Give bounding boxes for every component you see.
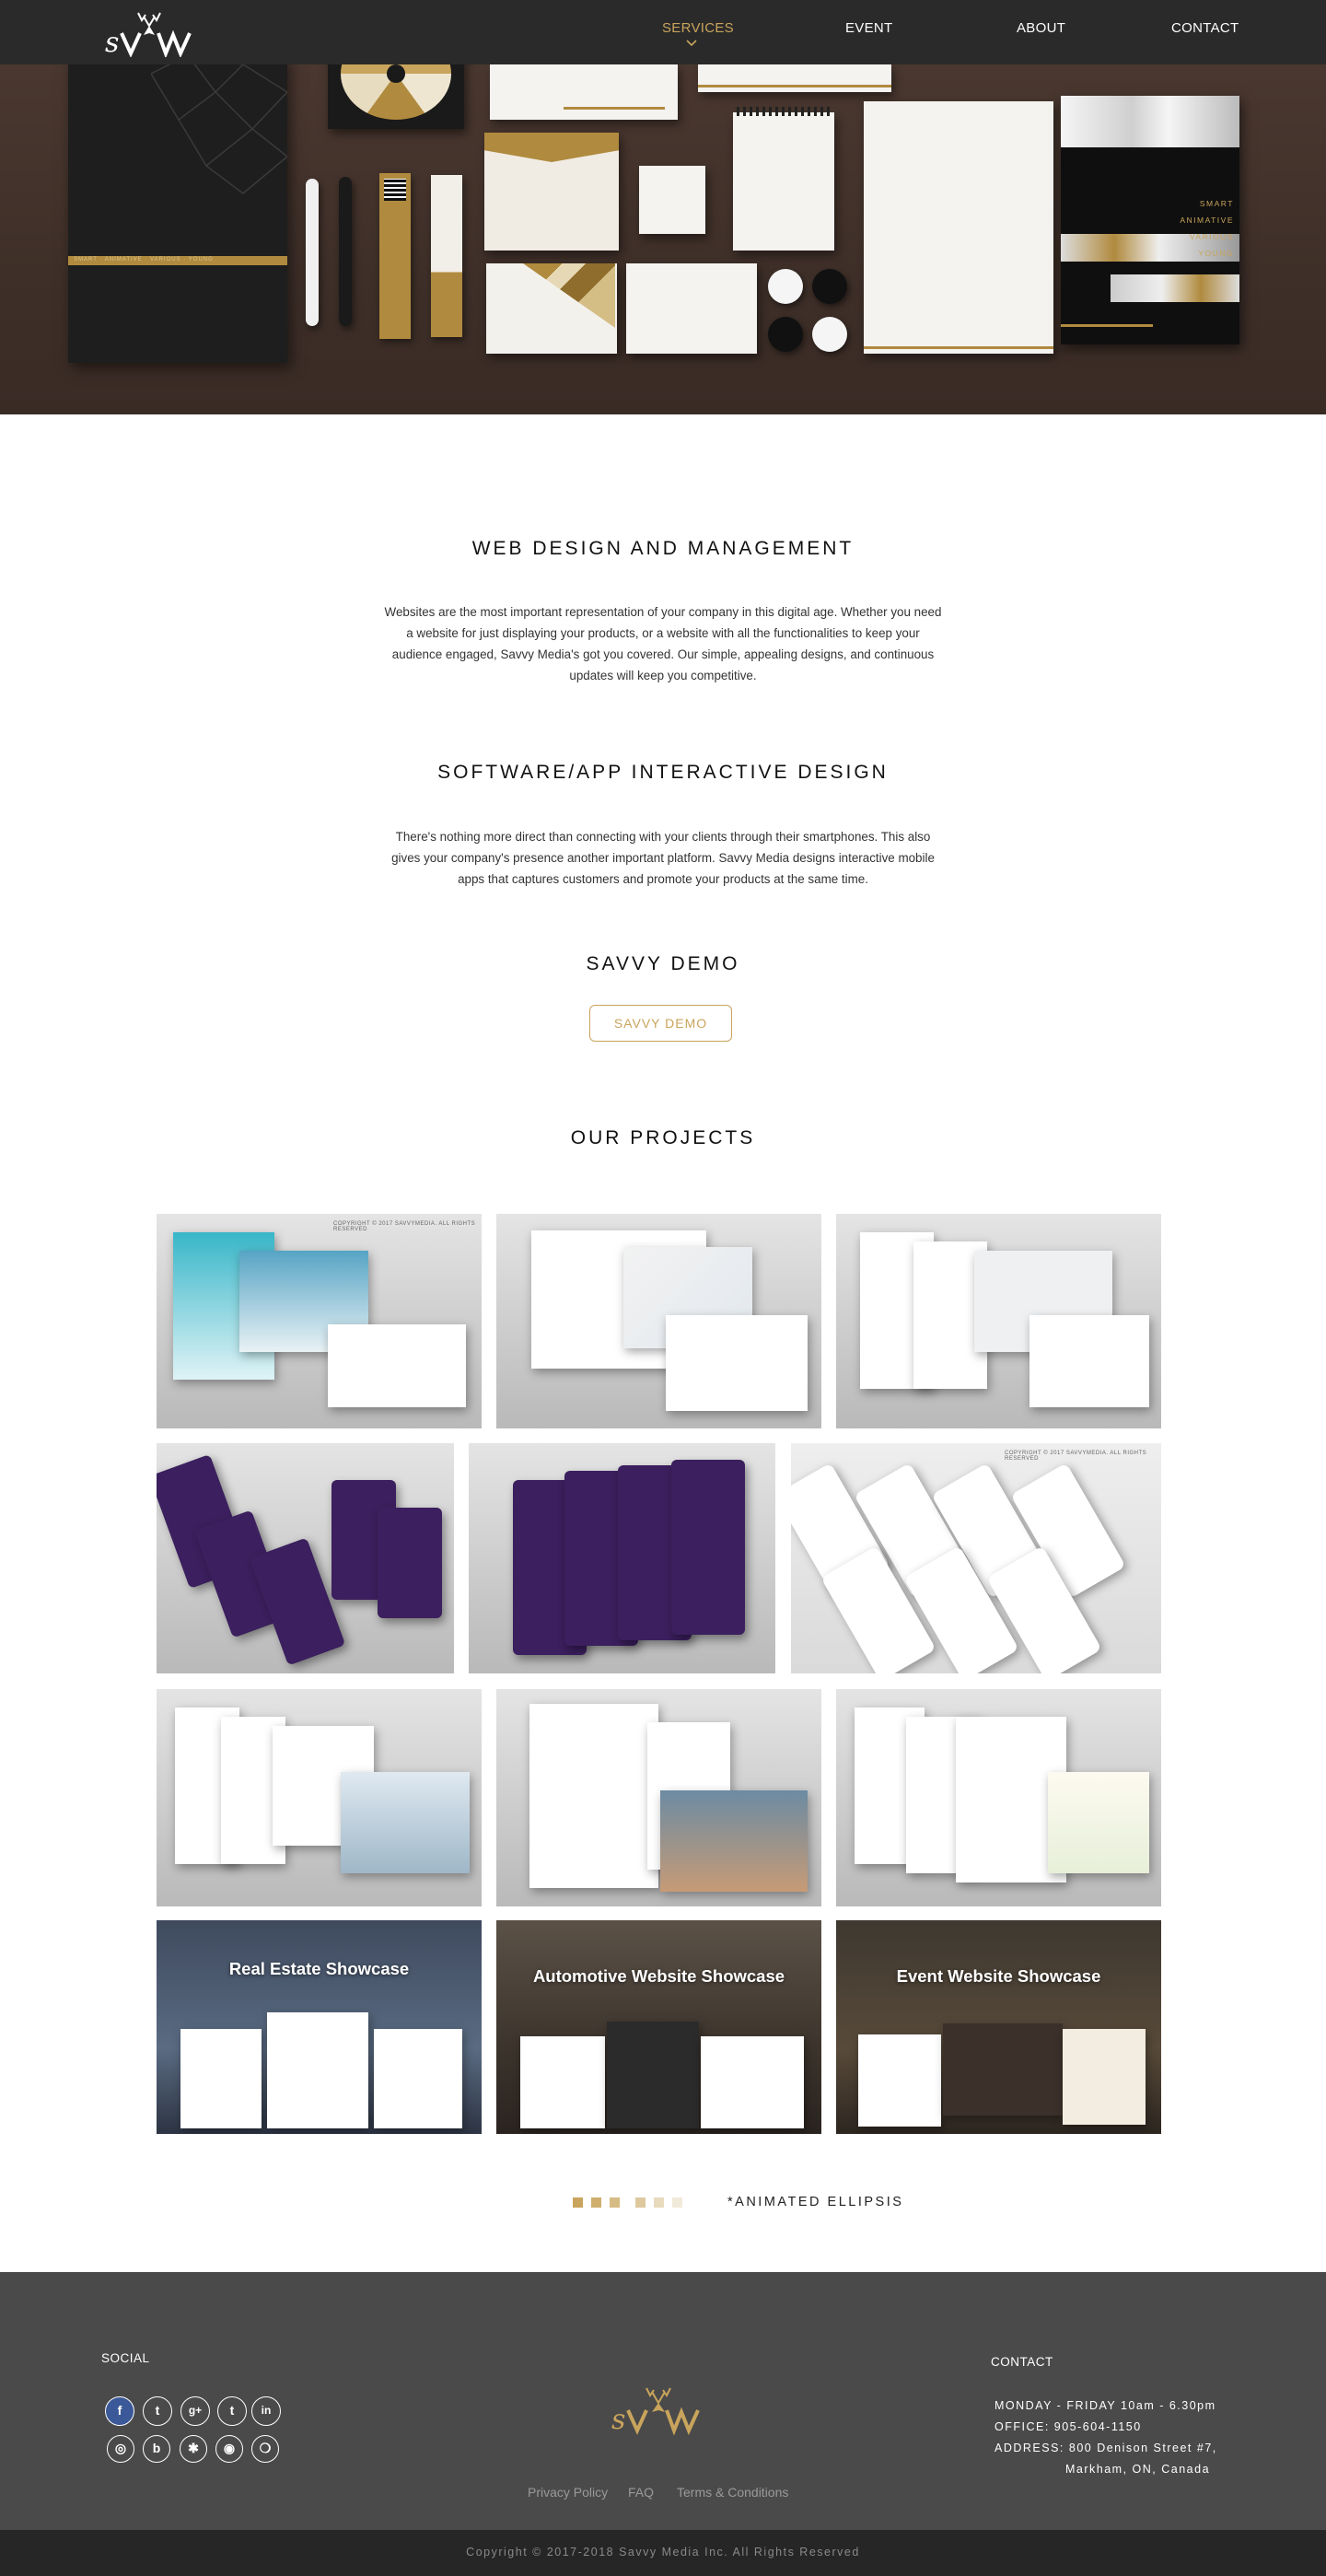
footer: SOCIAL f t g+ t in ◎ b ✱ ◉ ❍ s CONTACT M… <box>0 2272 1326 2530</box>
project-tile-automotive[interactable]: Automotive Website Showcase <box>496 1920 821 2134</box>
weibo-icon[interactable]: ◉ <box>215 2435 243 2463</box>
ellipsis-dot-6 <box>672 2197 682 2208</box>
envelope-mockup <box>490 64 678 120</box>
chevron-down-icon <box>686 40 697 47</box>
linkedin-icon[interactable]: in <box>251 2396 281 2426</box>
project-tile-map-site[interactable] <box>496 1214 821 1428</box>
copyright-note: COPYRIGHT © 2017 SAVVYMEDIA. ALL RIGHTS … <box>333 1221 476 1232</box>
page: s SERVICES EVENT ABOUT CONTACT WEB DESIG… <box>0 0 1326 2576</box>
yelp-icon[interactable]: ✱ <box>180 2435 207 2463</box>
postcard-mockup <box>486 263 617 354</box>
gift-box-mockup <box>639 166 705 234</box>
project-tile-investing[interactable] <box>157 1689 482 1906</box>
letterhead-mockup <box>864 101 1053 354</box>
postcard-back-mockup <box>626 263 757 354</box>
animated-ellipsis-label: *ANIMATED ELLIPSIS <box>727 2195 904 2209</box>
svg-text:s: s <box>105 27 119 57</box>
badge-white <box>812 317 847 352</box>
tagline-word: ANIMATIVE <box>1180 216 1234 225</box>
hero-branding-mockup <box>0 64 1326 414</box>
social-title: SOCIAL <box>101 2351 150 2365</box>
contact-phone[interactable]: OFFICE: 905-604-1150 <box>994 2420 1142 2433</box>
instagram-icon[interactable]: ◎ <box>107 2435 134 2463</box>
showcase-title: Real Estate Showcase <box>228 1959 410 1978</box>
twitter-icon[interactable]: t <box>143 2396 172 2426</box>
top-nav: s SERVICES EVENT ABOUT CONTACT <box>0 0 1326 64</box>
black-folder-mockup <box>68 64 287 363</box>
project-tile-event[interactable]: Event Website Showcase <box>836 1920 1161 2134</box>
copyright-text: Copyright © 2017-2018 Savvy Media Inc. A… <box>466 2546 860 2559</box>
project-tile-fashion[interactable] <box>836 1689 1161 1906</box>
facebook-icon[interactable]: f <box>105 2396 134 2426</box>
bebo-icon[interactable]: b <box>143 2435 170 2463</box>
pen-white <box>306 179 319 326</box>
section-title-web-design: WEB DESIGN AND MANAGEMENT <box>471 538 855 559</box>
project-tile-phones-grid[interactable]: COPYRIGHT © 2017 SAVVYMEDIA. ALL RIGHTS … <box>791 1443 1161 1673</box>
ellipsis-dot-2 <box>591 2197 601 2208</box>
badge-white <box>768 269 803 304</box>
ellipsis-dot-3 <box>610 2197 620 2208</box>
badge-black <box>768 317 803 352</box>
badge-black <box>812 269 847 304</box>
contact-title: CONTACT <box>991 2355 1053 2369</box>
wechat-icon[interactable]: ❍ <box>251 2435 279 2463</box>
section-title-app-design: SOFTWARE/APP INTERACTIVE DESIGN <box>437 762 889 783</box>
savvy-logo[interactable]: s <box>103 7 195 57</box>
project-tile-travel[interactable]: COPYRIGHT © 2017 SAVVYMEDIA. ALL RIGHTS … <box>157 1214 482 1428</box>
demo-title: SAVVY DEMO <box>586 953 740 974</box>
ellipsis-dot-1 <box>573 2197 583 2208</box>
tagline-word: SMART <box>1199 199 1234 208</box>
nav-about[interactable]: ABOUT <box>1017 20 1065 36</box>
savvy-demo-button[interactable]: SAVVY DEMO <box>589 1005 732 1042</box>
folder-tagline: SMART ANIMATIVE VARIOUS YOUNG <box>1179 195 1234 262</box>
pen-black <box>339 177 352 326</box>
contact-hours: MONDAY - FRIDAY 10am - 6.30pm <box>994 2399 1216 2412</box>
contact-city: Markham, ON, Canada <box>1065 2463 1211 2476</box>
project-tile-purple-app-alt[interactable] <box>469 1443 775 1673</box>
gold-envelope-mockup <box>484 133 619 251</box>
cream-bookmark <box>431 175 462 337</box>
notepad-mockup <box>733 107 834 251</box>
project-tile-purple-app[interactable] <box>157 1443 454 1673</box>
section-body-web-design: Websites are the most important represen… <box>384 605 942 682</box>
letterhead-strip <box>698 64 891 92</box>
projects-title: OUR PROJECTS <box>570 1127 756 1148</box>
faq-link[interactable]: FAQ <box>628 2485 654 2500</box>
copyright-bar: Copyright © 2017-2018 Savvy Media Inc. A… <box>0 2530 1326 2576</box>
svg-text:s: s <box>611 2404 625 2436</box>
gold-bookmark <box>379 173 411 339</box>
ellipsis-dot-4 <box>635 2197 646 2208</box>
section-body-app-design: There's nothing more direct than connect… <box>391 830 935 886</box>
project-tile-map-pages[interactable] <box>836 1214 1161 1428</box>
copyright-note: COPYRIGHT © 2017 SAVVYMEDIA. ALL RIGHTS … <box>1005 1451 1147 1462</box>
project-tile-real-estate[interactable]: Real Estate Showcase <box>157 1920 482 2134</box>
geometric-pattern <box>151 64 287 194</box>
nav-contact[interactable]: CONTACT <box>1171 20 1239 36</box>
tagline-word: VARIOUS <box>1189 232 1234 241</box>
tumblr-icon[interactable]: t <box>217 2396 247 2426</box>
savvy-footer-logo[interactable]: s <box>608 2383 709 2436</box>
ellipsis-dot-5 <box>654 2197 664 2208</box>
privacy-policy-link[interactable]: Privacy Policy <box>528 2485 608 2500</box>
project-tile-camping[interactable] <box>496 1689 821 1906</box>
nav-services[interactable]: SERVICES <box>662 20 734 36</box>
contact-address: ADDRESS: 800 Denison Street #7, <box>994 2442 1217 2454</box>
nav-event[interactable]: EVENT <box>845 20 893 36</box>
showcase-title: Automotive Website Showcase <box>532 1966 785 1986</box>
tagline-word: YOUNG <box>1198 249 1234 258</box>
folder-band-text: SMART · ANIMATIVE · VARIOUS · YOUNG <box>74 257 214 262</box>
showcase-title: Event Website Showcase <box>896 1966 1101 1986</box>
cd-case-mockup <box>328 64 464 129</box>
google-plus-icon[interactable]: g+ <box>180 2396 210 2426</box>
terms-link[interactable]: Terms & Conditions <box>677 2485 788 2500</box>
